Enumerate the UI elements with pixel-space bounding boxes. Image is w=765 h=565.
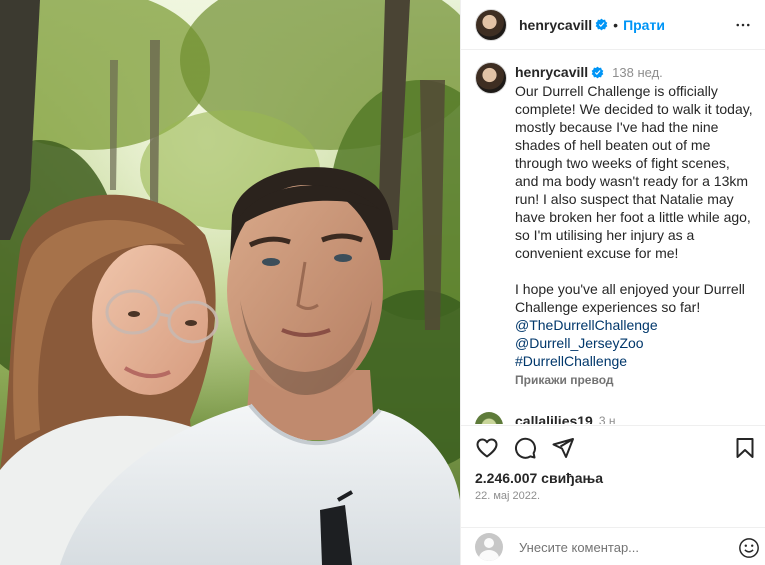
separator-dot: •: [613, 16, 619, 33]
post-date[interactable]: 22. мај 2022.: [475, 490, 540, 502]
likes-count[interactable]: 2.246.007 свиђања: [475, 470, 603, 486]
verified-badge-icon: [595, 18, 608, 31]
tag-link[interactable]: @Durrell_JerseyZoo: [515, 334, 755, 352]
bookmark-icon[interactable]: [733, 436, 757, 460]
post-caption: henrycavill 138 нед. Our Durrell Challen…: [475, 62, 755, 387]
caption-time[interactable]: 138 нед.: [612, 65, 663, 80]
smiley-icon[interactable]: [738, 537, 760, 559]
comment-time: 3 н: [598, 414, 616, 424]
follow-button[interactable]: Прати: [623, 17, 665, 33]
verified-badge-icon: [591, 66, 604, 78]
commenter-avatar[interactable]: [475, 412, 503, 424]
heart-icon[interactable]: [475, 436, 499, 460]
caption-author-avatar[interactable]: [475, 62, 507, 94]
post-header: henrycavill • Прати: [461, 0, 765, 50]
caption-text: Our Durrell Challenge is officially comp…: [515, 83, 753, 315]
see-translation-button[interactable]: Прикажи превод: [515, 373, 755, 387]
post-side-panel: henrycavill • Прати henrycavill 138 нед.: [460, 0, 765, 565]
more-options-icon[interactable]: [734, 16, 752, 34]
comment-item: callalilies19 3 н: [475, 410, 755, 424]
caption-author-username[interactable]: henrycavill: [515, 64, 588, 80]
add-comment-bar: [461, 527, 765, 565]
comment-input[interactable]: [519, 539, 719, 555]
caption-body: henrycavill 138 нед. Our Durrell Challen…: [515, 62, 755, 387]
current-user-avatar: [475, 533, 503, 561]
post-actions: 2.246.007 свиђања 22. мај 2022.: [461, 425, 765, 565]
selfie-image: [0, 0, 460, 565]
comment-bubble-icon[interactable]: [513, 436, 537, 460]
commenter-username[interactable]: callalilies19: [515, 413, 593, 424]
post-photo[interactable]: [0, 0, 460, 565]
paper-plane-icon[interactable]: [551, 436, 575, 460]
author-avatar[interactable]: [475, 8, 507, 41]
tag-link[interactable]: @TheDurrellChallenge: [515, 316, 755, 334]
hashtag-link[interactable]: #DurrellChallenge: [515, 352, 755, 370]
author-username[interactable]: henrycavill: [519, 17, 592, 33]
